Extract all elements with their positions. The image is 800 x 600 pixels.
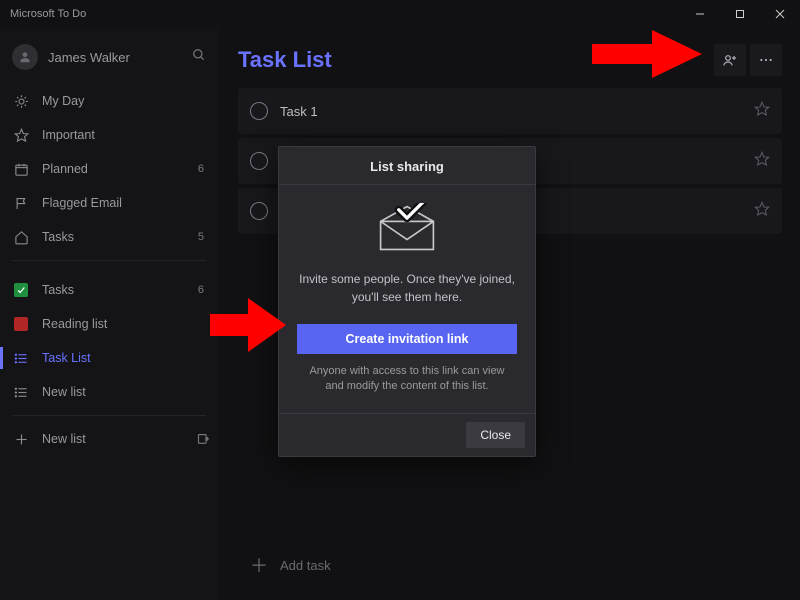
sidebar-item-label: Important xyxy=(42,128,192,142)
home-icon xyxy=(12,230,30,245)
calendar-icon xyxy=(12,162,30,177)
square-green-icon xyxy=(12,283,30,297)
sidebar-item-label: Flagged Email xyxy=(42,196,192,210)
new-group-button[interactable] xyxy=(188,422,218,456)
sidebar-item-tasks[interactable]: Tasks 5 xyxy=(0,220,218,254)
sidebar-item-label: Tasks xyxy=(42,230,186,244)
more-options-button[interactable] xyxy=(750,44,782,76)
new-list-label: New list xyxy=(42,432,176,446)
sidebar-item-label: New list xyxy=(42,385,192,399)
sidebar-item-label: Task List xyxy=(42,351,192,365)
sidebar-divider xyxy=(12,415,206,416)
sidebar-item-label: Planned xyxy=(42,162,186,176)
sidebar-item-label: My Day xyxy=(42,94,192,108)
sidebar-item-user-tasks[interactable]: Tasks 6 xyxy=(0,273,218,307)
dialog-body-text: Invite some people. Once they've joined,… xyxy=(297,270,517,306)
sidebar-item-reading-list[interactable]: Reading list xyxy=(0,307,218,341)
avatar xyxy=(12,44,38,70)
plus-icon xyxy=(12,432,30,447)
complete-circle-icon[interactable] xyxy=(250,102,268,120)
complete-circle-icon[interactable] xyxy=(250,202,268,220)
window-controls xyxy=(680,0,800,28)
plus-icon: ＋ xyxy=(250,552,268,578)
sidebar-item-flagged-email[interactable]: Flagged Email xyxy=(0,186,218,220)
sidebar-item-task-list[interactable]: Task List xyxy=(0,341,218,375)
add-task-label: Add task xyxy=(280,558,331,573)
list-icon xyxy=(12,351,30,366)
sun-icon xyxy=(12,94,30,109)
star-icon xyxy=(12,128,30,143)
sidebar-item-planned[interactable]: Planned 6 xyxy=(0,152,218,186)
add-task-button[interactable]: ＋ Add task xyxy=(238,544,782,586)
task-row[interactable]: Task 1 xyxy=(238,88,782,134)
close-window-button[interactable] xyxy=(760,0,800,28)
search-icon[interactable] xyxy=(192,48,206,67)
maximize-button[interactable] xyxy=(720,0,760,28)
envelope-check-icon xyxy=(374,203,440,258)
new-list-button[interactable]: New list xyxy=(0,422,188,456)
app-title: Microsoft To Do xyxy=(10,8,86,20)
flag-icon xyxy=(12,196,30,211)
share-list-button[interactable] xyxy=(714,44,746,76)
dialog-title: List sharing xyxy=(279,147,535,185)
sidebar-item-label: Tasks xyxy=(42,283,186,297)
sidebar-item-new-list[interactable]: New list xyxy=(0,375,218,409)
create-invitation-link-button[interactable]: Create invitation link xyxy=(297,324,517,354)
titlebar: Microsoft To Do xyxy=(0,0,800,28)
sidebar: James Walker My Day Important xyxy=(0,28,218,600)
smartlists: My Day Important Planned 6 Flagged Email xyxy=(0,84,218,254)
star-outline-icon[interactable] xyxy=(754,201,770,222)
sidebar-item-count: 6 xyxy=(198,284,206,296)
page-title: Task List xyxy=(238,47,710,73)
sidebar-item-count: 6 xyxy=(198,163,206,175)
sidebar-item-important[interactable]: Important xyxy=(0,118,218,152)
sidebar-divider xyxy=(12,260,206,261)
sidebar-item-count: 5 xyxy=(198,231,206,243)
userlists: Tasks 6 Reading list Task List New list xyxy=(0,273,218,409)
list-sharing-dialog: List sharing Invite some people. Once th… xyxy=(278,146,536,457)
star-outline-icon[interactable] xyxy=(754,151,770,172)
sidebar-item-my-day[interactable]: My Day xyxy=(0,84,218,118)
square-red-icon xyxy=(12,317,30,331)
complete-circle-icon[interactable] xyxy=(250,152,268,170)
main-header: Task List xyxy=(238,36,782,84)
dialog-sub-text: Anyone with access to this link can view… xyxy=(297,364,517,403)
sidebar-item-label: Reading list xyxy=(42,317,192,331)
list-icon xyxy=(12,385,30,400)
profile-row[interactable]: James Walker xyxy=(0,36,218,78)
star-outline-icon[interactable] xyxy=(754,101,770,122)
minimize-button[interactable] xyxy=(680,0,720,28)
task-title: Task 1 xyxy=(280,104,742,119)
profile-name: James Walker xyxy=(48,50,182,65)
dialog-close-button[interactable]: Close xyxy=(466,422,525,448)
